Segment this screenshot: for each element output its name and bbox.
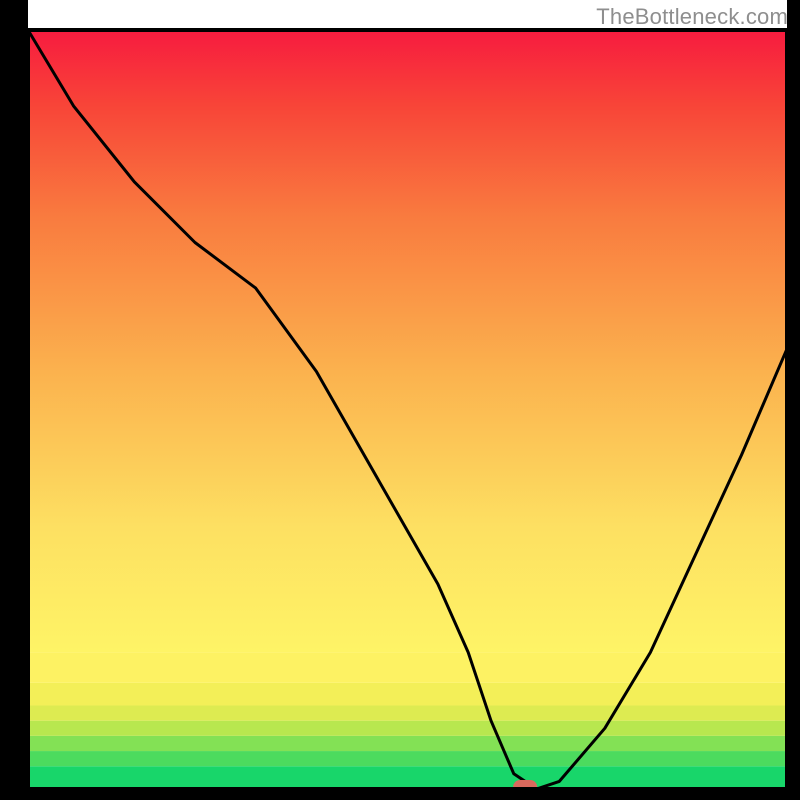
- watermark-text: TheBottleneck.com: [596, 4, 788, 30]
- chart-container: TheBottleneck.com: [0, 0, 800, 800]
- bottleneck-chart: [0, 0, 800, 800]
